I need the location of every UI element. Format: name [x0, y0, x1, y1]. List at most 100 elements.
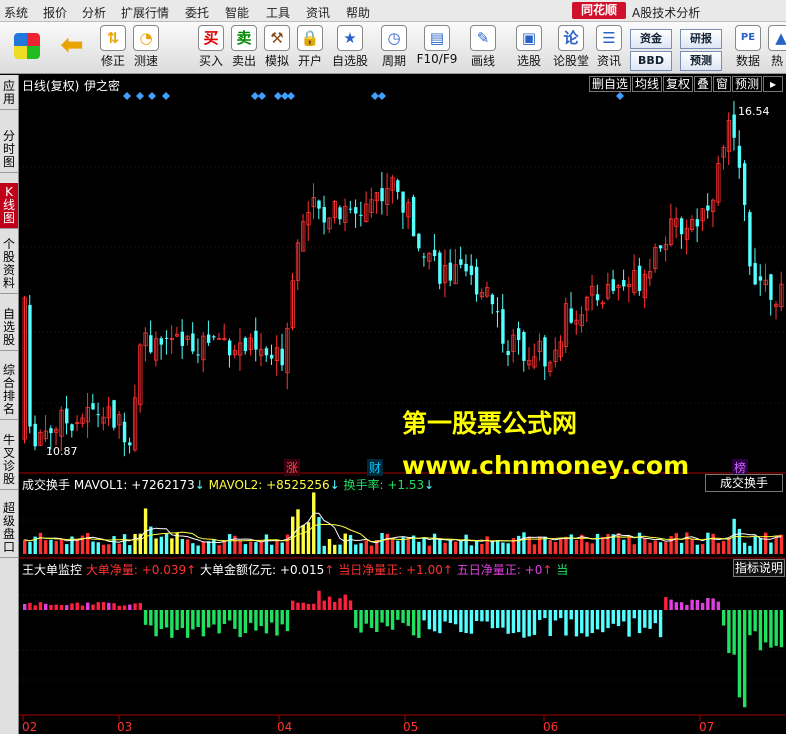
- flow-bar-positive: [86, 602, 90, 610]
- big-net-value: +0.039: [141, 563, 187, 577]
- candle-body-down: [637, 265, 642, 291]
- tab-stock-profile[interactable]: 个股资料: [0, 235, 18, 294]
- menu-item-system[interactable]: 系统: [4, 4, 28, 21]
- stock-screen-button[interactable]: ▣ 选股: [512, 25, 546, 71]
- volume-bar: [501, 542, 505, 554]
- flow-bar-negative: [564, 610, 568, 636]
- news-button[interactable]: ☰ 资讯: [594, 25, 624, 71]
- candle-body-down: [706, 205, 710, 211]
- indicator-help-button[interactable]: 指标说明: [733, 559, 785, 577]
- flow-bar-positive: [685, 604, 689, 610]
- volume-indicator-button[interactable]: 成交换手: [705, 474, 783, 492]
- speed-test-label: 测速: [133, 54, 158, 68]
- hot-button[interactable]: ▲ 热: [768, 25, 786, 71]
- candle-body-down: [769, 274, 773, 300]
- menu-item-order[interactable]: 委托: [185, 4, 209, 21]
- candle-body-down: [159, 338, 164, 345]
- sell-button[interactable]: 卖 卖出: [229, 25, 259, 71]
- open-account-button[interactable]: 🔒 开户: [295, 25, 325, 71]
- flow-bar-negative: [417, 610, 421, 638]
- adjust-label: 修正: [100, 54, 125, 68]
- tab-super-orderbook[interactable]: 超级盘口: [0, 499, 18, 558]
- adjust-icon: ⇅: [100, 25, 126, 51]
- candle-body-down: [243, 337, 248, 352]
- volume-bar: [280, 542, 284, 554]
- finance-marker[interactable]: 财: [367, 459, 384, 476]
- simulate-label: 模拟: [264, 54, 289, 68]
- tab-apps[interactable]: 应用: [0, 77, 18, 110]
- buy-button[interactable]: 买 买入: [196, 25, 226, 71]
- tab-intraday[interactable]: 分时图: [0, 127, 18, 173]
- more-icon[interactable]: ▸: [763, 76, 783, 92]
- window-button[interactable]: 窗: [713, 76, 731, 92]
- volume-bar: [685, 532, 689, 554]
- tab-kline[interactable]: K线图: [0, 183, 18, 229]
- candle-body-down: [742, 163, 747, 205]
- candle-body-down: [33, 423, 37, 447]
- funds-button[interactable]: 资金: [630, 29, 672, 49]
- volume-bar: [117, 543, 121, 554]
- signal-diamond-icon: [616, 92, 624, 100]
- low-price-label: 10.87: [46, 445, 78, 458]
- menu-item-help[interactable]: 帮助: [346, 4, 370, 21]
- candle-body-down: [495, 311, 500, 313]
- turnover-value: +1.53: [387, 478, 425, 492]
- menu-item-smart[interactable]: 智能: [225, 4, 249, 21]
- signal-diamond-icon: [378, 92, 386, 100]
- research-button[interactable]: 研报: [680, 29, 722, 49]
- candle-body-down: [695, 219, 700, 227]
- up-arrow-icon: ↑: [324, 563, 335, 577]
- volume-bar: [149, 526, 153, 554]
- period-icon: ◷: [381, 25, 407, 51]
- limit-up-marker[interactable]: 涨: [284, 459, 301, 476]
- tab-diagnosis[interactable]: 牛叉诊股: [0, 431, 18, 490]
- news-icon: ☰: [596, 25, 622, 51]
- adjusted-button[interactable]: 复权: [663, 76, 693, 92]
- menu-item-quote[interactable]: 报价: [43, 4, 67, 21]
- f10-button[interactable]: ▤ F10/F9: [416, 25, 458, 71]
- forum-button[interactable]: 论 论股堂: [552, 25, 590, 71]
- volume-bar: [711, 533, 715, 554]
- tab-watchlist[interactable]: 自选股: [0, 305, 18, 351]
- draw-line-button[interactable]: ✎ 画线: [466, 25, 500, 71]
- windows-button[interactable]: [10, 25, 44, 71]
- data-button[interactable]: PE 数据: [733, 25, 763, 71]
- tab-ranking[interactable]: 综合排名: [0, 361, 18, 420]
- overlay-button[interactable]: 叠: [694, 76, 712, 92]
- watchlist-button[interactable]: ★ 自选股: [330, 25, 370, 71]
- volume-bar: [658, 542, 663, 554]
- watchlist-label: 自选股: [331, 54, 368, 68]
- speed-test-button[interactable]: ◔ 测速: [131, 25, 161, 71]
- side-tabs: 应用 分时图 K线图 个股资料 自选股 综合排名 牛叉诊股 超级盘口: [0, 75, 19, 734]
- forecast-chart-button[interactable]: 预测: [732, 76, 762, 92]
- high-price-label: 16.54: [738, 105, 770, 118]
- flow-panel-name: 王大单监控: [22, 563, 83, 577]
- up-arrow-icon: ↑: [442, 563, 453, 577]
- flow-bar-negative: [443, 610, 447, 622]
- turnover-label: 换手率:: [343, 478, 384, 492]
- ma-button[interactable]: 均线: [632, 76, 662, 92]
- x-label-06: 06: [543, 720, 559, 734]
- bbd-button[interactable]: BBD: [630, 51, 672, 71]
- menu-item-extended[interactable]: 扩展行情: [121, 4, 169, 21]
- adjust-button[interactable]: ⇅ 修正: [98, 25, 128, 71]
- flow-bar-negative: [222, 610, 227, 625]
- volume-bar: [364, 540, 368, 554]
- stock-name: 伊之密: [84, 79, 121, 93]
- menu-item-analysis[interactable]: 分析: [82, 4, 106, 21]
- flow-bar-negative: [180, 610, 185, 628]
- flow-bar-negative: [164, 610, 169, 628]
- menu-item-tools[interactable]: 工具: [266, 4, 290, 21]
- forecast-button[interactable]: 预测: [680, 51, 722, 71]
- remove-watchlist-button[interactable]: 删自选: [589, 76, 631, 92]
- menu-item-info[interactable]: 资讯: [306, 4, 330, 21]
- back-button[interactable]: ⬅: [55, 25, 89, 71]
- candle-body-down: [737, 145, 742, 168]
- period-button[interactable]: ◷ 周期: [376, 25, 412, 71]
- signal-diamond-icon: [258, 92, 266, 100]
- simulate-button[interactable]: ⚒ 模拟: [262, 25, 292, 71]
- volume-bar: [758, 538, 763, 554]
- flow-bar-positive: [317, 590, 321, 610]
- volume-bar: [159, 536, 164, 554]
- volume-bar: [91, 541, 95, 554]
